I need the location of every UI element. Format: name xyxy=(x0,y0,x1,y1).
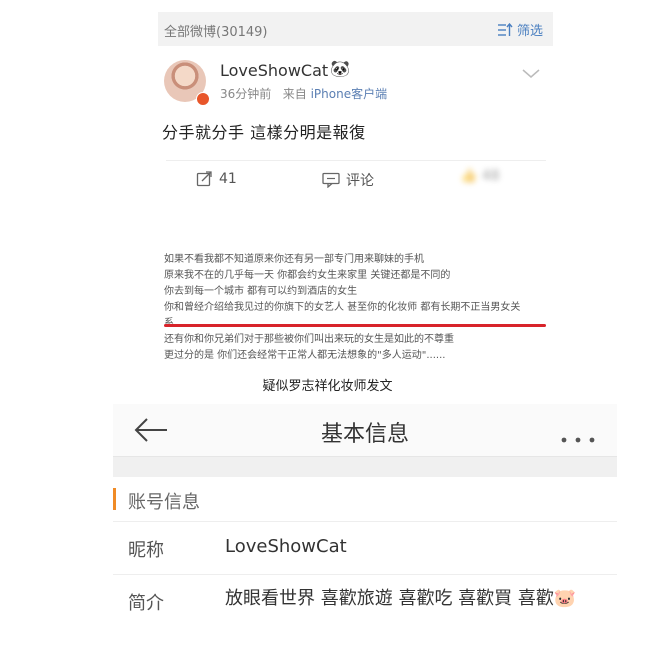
comment-button[interactable]: 评论 xyxy=(322,170,374,190)
all-weibo-count[interactable]: 全部微博(30149) xyxy=(164,21,268,40)
repost-count: 41 xyxy=(219,170,237,187)
like-button[interactable]: 👍 48 xyxy=(460,168,553,194)
note-line: 还有你和你兄弟们对于那些被你们叫出来玩的女生是如此的不尊重 xyxy=(164,334,454,345)
nickname-row: 昵称 LoveShowCat xyxy=(113,522,617,575)
section-accent-bar xyxy=(113,488,116,510)
highlight-underline xyxy=(164,324,546,327)
bio-value: 放眼看世界 喜歡旅遊 喜歡吃 喜歡買 喜歡🐷 xyxy=(225,588,577,609)
post-meta: 36分钟前 来自 iPhone客户端 xyxy=(220,85,387,102)
note-line: 如果不看我都不知道原来你还有另一部专门用来聊妹的手机 xyxy=(164,254,424,265)
post-source[interactable]: iPhone客户端 xyxy=(311,87,388,101)
repost-button[interactable]: 41 xyxy=(196,170,237,187)
filter-button[interactable]: 筛选 xyxy=(497,20,543,39)
page-title: 基本信息 xyxy=(320,422,409,447)
like-count: 48 xyxy=(481,168,500,184)
comment-label: 评论 xyxy=(346,173,374,189)
post-time: 36分钟前 xyxy=(220,87,272,101)
verified-badge-icon xyxy=(196,92,210,106)
repost-icon xyxy=(196,171,212,187)
panda-icon: 🐼 xyxy=(330,59,350,78)
note-screenshot: 如果不看我都不知道原来你还有另一部专门用来聊妹的手机 原来我不在的几乎每一天 你… xyxy=(164,252,549,367)
section-title: 账号信息 xyxy=(128,492,200,513)
bio-label: 简介 xyxy=(128,593,164,614)
note-line: 更过分的是 你们还会经常干正常人都无法想象的"多人运动"...... xyxy=(164,350,446,361)
weibo-post-screenshot: 全部微博(30149) 筛选 LoveShowCat 🐼 36分钟前 来自 iP… xyxy=(158,12,553,367)
comment-icon xyxy=(322,172,340,188)
nickname-value: LoveShowCat xyxy=(225,536,347,557)
section-header: 账号信息 xyxy=(113,477,617,522)
image-caption: 疑似罗志祥化妆师发文 xyxy=(262,379,393,394)
filter-icon xyxy=(497,22,513,36)
thumbs-up-icon: 👍 xyxy=(460,168,478,184)
nav-bar: 基本信息 xyxy=(113,404,617,457)
filter-label: 筛选 xyxy=(516,24,543,39)
note-line: 原来我不在的几乎每一天 你都会约女生来家里 关键还都是不同的 xyxy=(164,270,451,281)
section-spacer xyxy=(113,457,617,477)
chevron-down-icon[interactable] xyxy=(522,64,540,83)
profile-info-screenshot: 基本信息 账号信息 昵称 LoveShowCat 简介 放眼看世界 喜歡旅遊 喜… xyxy=(113,404,617,647)
nickname-label: 昵称 xyxy=(128,540,164,561)
username[interactable]: LoveShowCat xyxy=(220,61,328,80)
bio-row: 简介 放眼看世界 喜歡旅遊 喜歡吃 喜歡買 喜歡🐷 xyxy=(113,575,617,647)
weibo-list-header: 全部微博(30149) 筛选 xyxy=(158,12,553,46)
more-icon[interactable] xyxy=(561,428,595,447)
divider xyxy=(166,160,546,161)
post-from-label: 来自 xyxy=(282,87,307,101)
note-line: 你和曾经介绍给我见过的你旗下的女艺人 甚至你的化妆师 都有长期不正当男女关 xyxy=(164,302,521,313)
post-text: 分手就分手 這樣分明是報復 xyxy=(162,123,366,142)
note-line: 你去到每一个城市 都有可以约到酒店的女生 xyxy=(164,286,358,297)
